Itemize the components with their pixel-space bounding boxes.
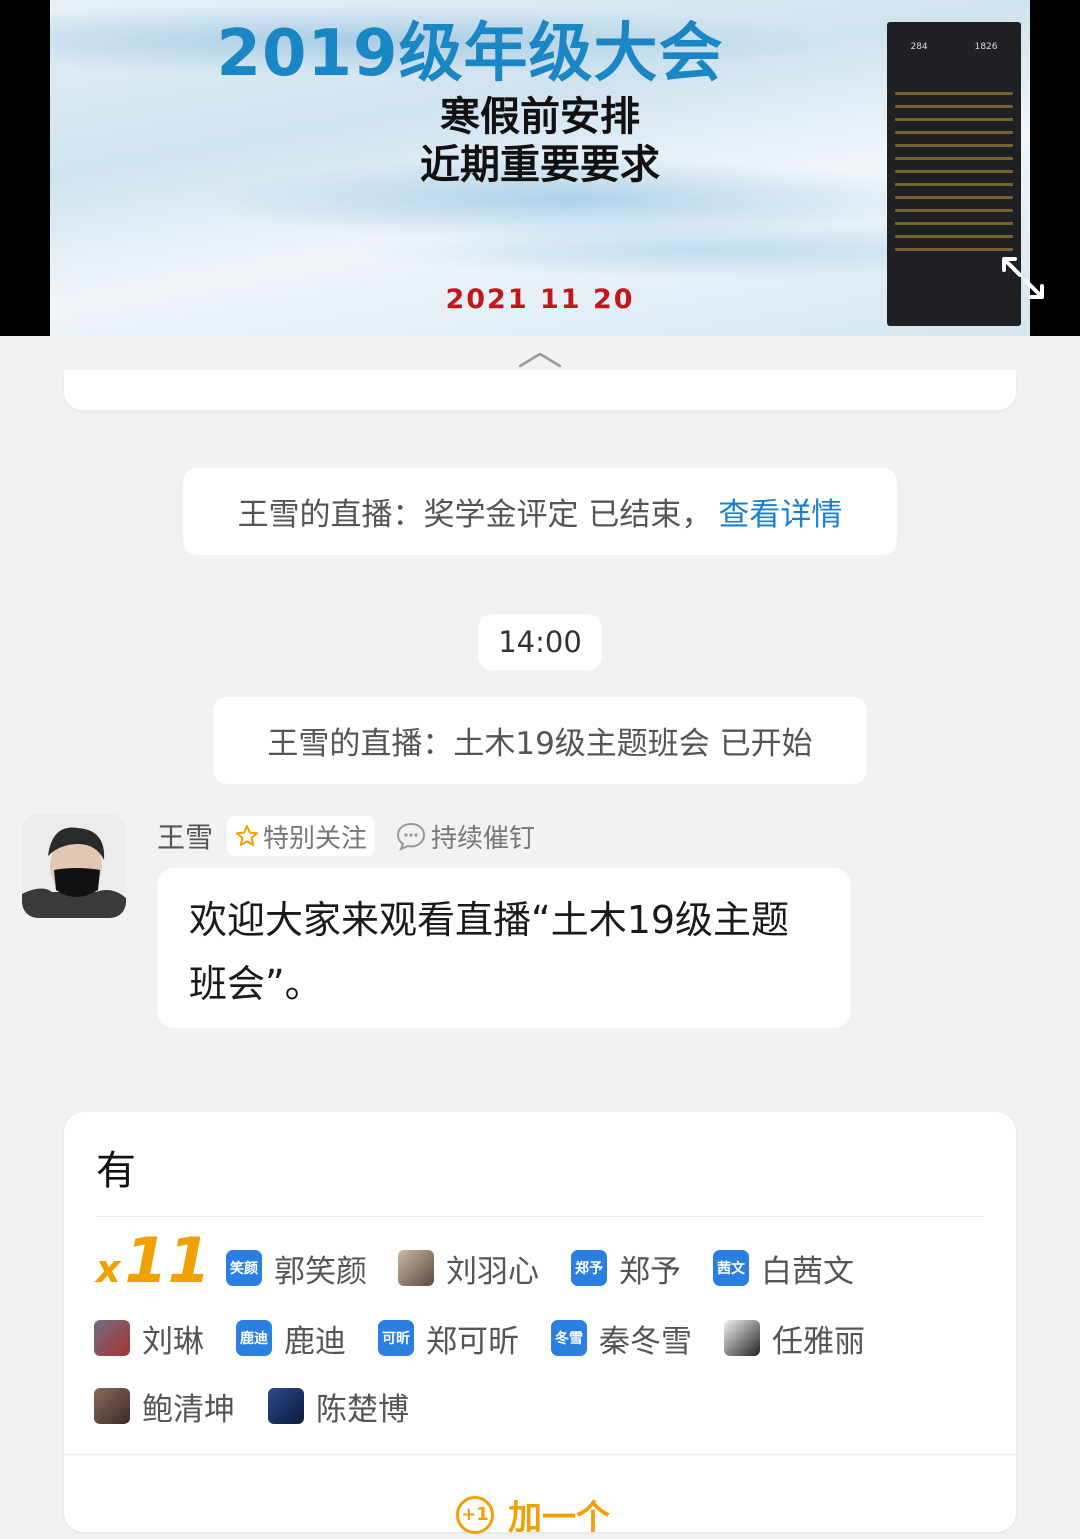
chevron-up-icon[interactable] bbox=[517, 350, 563, 370]
reaction-card: 有 x 11 笑颜 郭笑颜 刘羽心 郑予 郑予 茜文 白茜文 刘琳 鹿迪 鹿迪 … bbox=[64, 1112, 1016, 1538]
previous-card-edge bbox=[64, 370, 1016, 410]
reactor-name: 秦冬雪 bbox=[599, 1323, 692, 1360]
special-follow-label: 特别关注 bbox=[263, 823, 368, 854]
reactor-item[interactable]: 鹿迪 鹿迪 bbox=[236, 1316, 346, 1360]
fullscreen-expand-icon[interactable] bbox=[1000, 255, 1046, 301]
reactor-name: 白茜文 bbox=[761, 1253, 854, 1290]
reactor-name: 陈楚博 bbox=[316, 1391, 409, 1428]
keep-ding-label: 持续催钉 bbox=[431, 823, 536, 854]
avatar-person-icon bbox=[22, 814, 126, 918]
reactor-item[interactable]: 茜文 白茜文 bbox=[713, 1246, 854, 1290]
slide-title: 2019级年级大会 bbox=[216, 17, 724, 91]
reactor-item[interactable]: 刘羽心 bbox=[398, 1246, 539, 1290]
reactor-item[interactable]: 刘琳 bbox=[94, 1316, 204, 1360]
mini-stat-likes: 1826 bbox=[974, 42, 998, 52]
message-bubble[interactable]: 欢迎大家来观看直播“土木19级主题班会”。 bbox=[157, 868, 851, 1028]
reactor-item[interactable]: 任雅丽 bbox=[724, 1316, 865, 1360]
system-message-text: 王雪的直播：奖学金评定 已结束， bbox=[237, 497, 713, 533]
name-badge: 笑颜 bbox=[226, 1250, 262, 1286]
name-badge: 可昕 bbox=[378, 1320, 414, 1356]
reactor-item[interactable]: 笑颜 郭笑颜 bbox=[226, 1246, 367, 1290]
reactor-avatar bbox=[724, 1320, 760, 1356]
name-badge: 鹿迪 bbox=[236, 1320, 272, 1356]
divider bbox=[96, 1216, 984, 1217]
name-badge: 郑予 bbox=[571, 1250, 607, 1286]
timestamp: 14:00 bbox=[478, 614, 602, 670]
reactor-name: 刘羽心 bbox=[446, 1253, 539, 1290]
name-badge: 茜文 bbox=[713, 1250, 749, 1286]
reactor-name: 郑可昕 bbox=[426, 1323, 519, 1360]
reactor-avatar bbox=[94, 1320, 130, 1356]
reactor-item[interactable]: 冬雪 秦冬雪 bbox=[551, 1316, 692, 1360]
reactor-name: 鲍清坤 bbox=[142, 1391, 235, 1428]
reaction-title: 有 bbox=[96, 1148, 136, 1194]
reactor-item[interactable]: 可昕 郑可昕 bbox=[378, 1316, 519, 1360]
reactor-avatar bbox=[398, 1250, 434, 1286]
reactor-item[interactable]: 鲍清坤 bbox=[94, 1384, 235, 1428]
system-message-live-ended: 王雪的直播：奖学金评定 已结束， 查看详情 bbox=[183, 468, 897, 555]
keep-ding-button[interactable]: 持续催钉 bbox=[387, 816, 543, 856]
mini-stat-viewers: 284 bbox=[910, 42, 928, 52]
special-follow-button[interactable]: 特别关注 bbox=[227, 816, 376, 856]
slide-date: 2021 11 20 bbox=[445, 284, 635, 315]
presentation-slide: 2019级年级大会 寒假前安排 近期重要要求 2021 11 20 284 18… bbox=[50, 0, 1030, 336]
chat-bubble-icon bbox=[397, 822, 426, 851]
live-video-player[interactable]: 2019级年级大会 寒假前安排 近期重要要求 2021 11 20 284 18… bbox=[0, 0, 1080, 336]
view-details-link[interactable]: 查看详情 bbox=[718, 489, 842, 534]
reactor-name: 郭笑颜 bbox=[274, 1253, 367, 1290]
avatar[interactable] bbox=[22, 814, 126, 918]
reactor-name: 郑予 bbox=[619, 1253, 681, 1290]
reactor-item[interactable]: 郑予 郑予 bbox=[571, 1246, 681, 1290]
count-prefix: x bbox=[96, 1247, 121, 1291]
star-icon bbox=[236, 825, 259, 846]
slide-subtitle-2: 近期重要要求 bbox=[420, 142, 660, 188]
mini-comment-lines bbox=[895, 92, 1013, 261]
plus-one-icon: +1 bbox=[456, 1495, 494, 1534]
sender-name[interactable]: 王雪 bbox=[157, 816, 213, 856]
reactor-item[interactable]: 陈楚博 bbox=[268, 1384, 409, 1428]
name-badge: 冬雪 bbox=[551, 1320, 587, 1356]
divider bbox=[64, 1454, 1016, 1455]
system-message-live-started: 王雪的直播：土木19级主题班会 已开始 bbox=[213, 697, 867, 784]
sender-header: 王雪 特别关注 持续催钉 bbox=[157, 812, 555, 860]
count-number: 11 bbox=[124, 1224, 211, 1297]
reactor-name: 鹿迪 bbox=[284, 1323, 346, 1360]
reactor-avatar bbox=[268, 1388, 304, 1424]
reactor-name: 任雅丽 bbox=[772, 1323, 865, 1360]
reactor-avatar bbox=[94, 1388, 130, 1424]
plus-one-button[interactable]: +1 加一个 bbox=[456, 1490, 610, 1539]
reaction-count: x 11 bbox=[96, 1224, 211, 1310]
reactor-name: 刘琳 bbox=[142, 1323, 204, 1360]
plus-one-label: 加一个 bbox=[508, 1498, 610, 1538]
